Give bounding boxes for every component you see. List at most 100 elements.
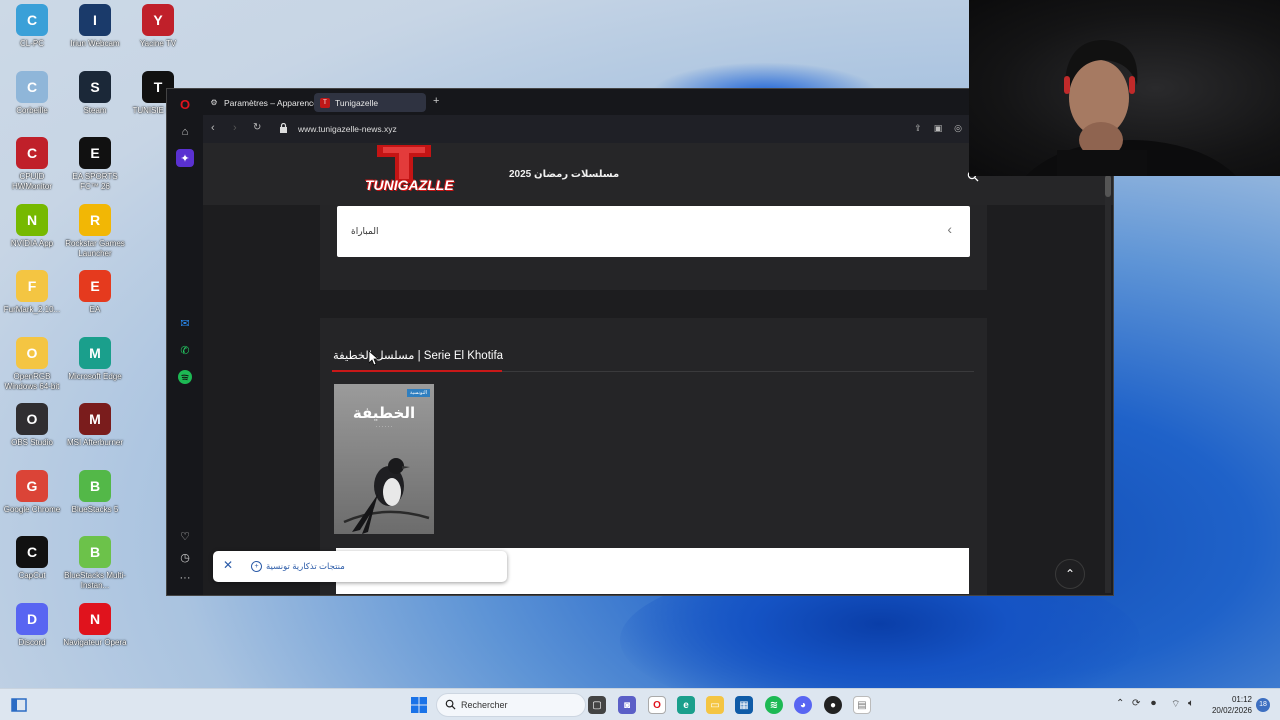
messenger-icon[interactable]: ✉	[176, 314, 194, 332]
desktop-icon-label: CapCut	[18, 571, 46, 580]
page-scrollbar[interactable]	[1105, 173, 1111, 593]
microphone-icon[interactable]: ⏺	[1151, 698, 1156, 709]
poster-subtitle: · · · · · ·	[375, 424, 393, 430]
teams-icon[interactable]: ◙	[618, 696, 636, 714]
webcam-icon: I	[79, 4, 111, 36]
notepad-icon[interactable]: ▤	[853, 696, 871, 714]
reload-button[interactable]: ↻	[253, 122, 261, 133]
heart-icon[interactable]: ♡	[176, 527, 194, 545]
volume-icon[interactable]: 🔈︎	[1188, 698, 1194, 709]
mouse-cursor-icon	[369, 351, 379, 366]
logo-text: TUNIGAZLLE	[365, 177, 454, 193]
desktop-icon[interactable]: D Discord	[0, 602, 64, 648]
bluestacks-multi-icon: B	[79, 536, 111, 568]
toast-banner[interactable]: ✕ + منتجات تذكارية تونسية	[213, 551, 507, 582]
edge-taskbar-icon[interactable]: e	[677, 696, 695, 714]
spotify-icon[interactable]	[176, 368, 194, 386]
match-card-text: المباراة	[351, 226, 379, 236]
tunigazelle-logo[interactable]	[363, 143, 445, 207]
desktop-icon[interactable]: N Navigateur Opera	[63, 602, 127, 648]
desktop-icon-label: MSI Afterburner	[66, 438, 124, 447]
series-poster[interactable]: التونسية الخطيفة · · · · · ·	[334, 384, 434, 534]
tray-overflow-icon[interactable]: ⌃	[1116, 698, 1124, 709]
wifi-icon[interactable]: ⌔	[1171, 698, 1180, 711]
tab-tunigazelle[interactable]: T Tunigazelle	[314, 93, 426, 112]
opera-taskbar-icon[interactable]: O	[648, 696, 666, 714]
desktop-icon[interactable]: C CPUID HWMonitor	[0, 137, 64, 192]
fc26-icon: E	[79, 137, 111, 169]
url-field[interactable]: www.tunigazelle-news.xyz	[298, 124, 397, 134]
opera-menu-icon[interactable]: O	[176, 95, 194, 113]
clock-time: 01:12	[1231, 695, 1252, 704]
desktop-icon[interactable]: G Google Chrome	[0, 469, 64, 515]
back-button[interactable]: ‹	[211, 122, 215, 134]
desktop-icon[interactable]: N NVIDIA App	[0, 203, 64, 249]
spotify-taskbar-icon[interactable]: ≋	[765, 696, 783, 714]
chrome-icon: G	[16, 469, 48, 502]
desktop-icon[interactable]: B BlueStacks 5	[63, 469, 127, 515]
recycle-bin-icon: C	[16, 70, 48, 103]
edge-icon: M	[79, 336, 111, 369]
discord-taskbar-icon[interactable]: ◕	[794, 696, 812, 714]
more-icon[interactable]: ···	[176, 569, 194, 587]
desktop-icon[interactable]: O OBS Studio	[0, 403, 64, 448]
file-explorer-icon[interactable]: ▭	[706, 696, 724, 714]
toast-text: منتجات تذكارية تونسية	[266, 561, 345, 571]
hwmonitor-icon: C	[16, 137, 48, 169]
desktop-icon[interactable]: E EA	[63, 270, 127, 315]
chevron-left-icon[interactable]: ‹	[947, 221, 952, 237]
home-icon[interactable]: ⌂	[176, 123, 194, 141]
desktop-icon-label: Discord	[18, 637, 46, 647]
match-card[interactable]: المباراة ‹	[337, 206, 970, 257]
clock[interactable]: 01:12 20/02/2026	[1206, 694, 1252, 716]
desktop-icon[interactable]: E EA SPORTS FC™ 26	[63, 137, 127, 192]
search-icon	[445, 699, 456, 710]
forward-button[interactable]: ›	[233, 122, 237, 134]
scrollbar-thumb[interactable]	[1105, 175, 1111, 197]
site-title[interactable]: مسلسلات رمضان 2025	[509, 169, 619, 180]
desktop-icon[interactable]: R Rockstar Games Launcher	[63, 203, 127, 259]
taskbar-search[interactable]: Rechercher	[436, 693, 586, 717]
desktop-icon[interactable]: C CapCut	[0, 536, 64, 581]
snapshot-icon[interactable]: ▣	[932, 123, 944, 135]
adblock-icon[interactable]: ◎	[952, 123, 964, 135]
windows-start-icon[interactable]	[410, 696, 428, 714]
github-icon[interactable]: ●	[824, 696, 842, 714]
desktop-icon[interactable]: Y Yacine TV	[126, 4, 190, 49]
desktop-icon[interactable]: B BlueStacks Multi-Instan...	[63, 536, 127, 591]
tab-settings[interactable]: ⚙ Paramètres – Apparence	[203, 93, 324, 112]
opera-icon: N	[79, 602, 111, 635]
desktop-icon-label: NVIDIA App	[10, 238, 54, 248]
store-icon[interactable]: ▦	[735, 696, 753, 714]
section-title[interactable]: مسلسل الخطيفة | Serie El Khotifa	[333, 348, 503, 362]
whatsapp-icon[interactable]: ✆	[176, 341, 194, 359]
lock-icon	[280, 123, 287, 133]
notification-badge[interactable]: 18	[1256, 698, 1270, 712]
close-icon[interactable]: ✕	[223, 558, 233, 572]
bluestacks-icon: B	[79, 469, 111, 502]
show-desktop-icon[interactable]	[10, 696, 28, 714]
desktop-icon[interactable]: C CL-PC	[0, 4, 64, 49]
aria-icon[interactable]: ✦	[176, 149, 194, 167]
desktop-icon[interactable]: I Iriun Webcam	[63, 4, 127, 49]
desktop-icon-label: BlueStacks Multi-Instan...	[64, 571, 126, 590]
scroll-top-button[interactable]: ⌃	[1055, 559, 1085, 589]
folder-icon: O	[16, 336, 48, 369]
match-panel: المباراة ‹	[320, 205, 987, 290]
history-icon[interactable]: ◷	[176, 548, 194, 566]
desktop-icon[interactable]: C Corbeille	[0, 70, 64, 116]
webcam-overlay	[969, 0, 1280, 176]
desktop-icon[interactable]: M MSI Afterburner	[63, 403, 127, 448]
opera-sidebar: O ⌂ ✦ ✉ ✆ ♡ ◷ ···	[167, 89, 203, 595]
desktop-icon[interactable]: S Steam	[63, 70, 127, 116]
network-sync-icon[interactable]: ⟳	[1132, 698, 1140, 709]
desktop-icon[interactable]: F FurMark_2.10...	[0, 270, 64, 315]
desktop-icon[interactable]: O OpenRGB Windows 64-bit	[0, 336, 64, 392]
desktop-icon[interactable]: M Microsoft Edge	[63, 336, 127, 382]
desktop-icon-label: FurMark_2.10...	[3, 305, 61, 314]
share-icon[interactable]: ⇪	[912, 123, 924, 135]
new-tab-button[interactable]: +	[433, 95, 439, 107]
desktop-icon-label: CPUID HWMonitor	[11, 172, 52, 191]
task-view-icon[interactable]: ▢	[588, 696, 606, 714]
steam-icon: S	[79, 70, 111, 103]
